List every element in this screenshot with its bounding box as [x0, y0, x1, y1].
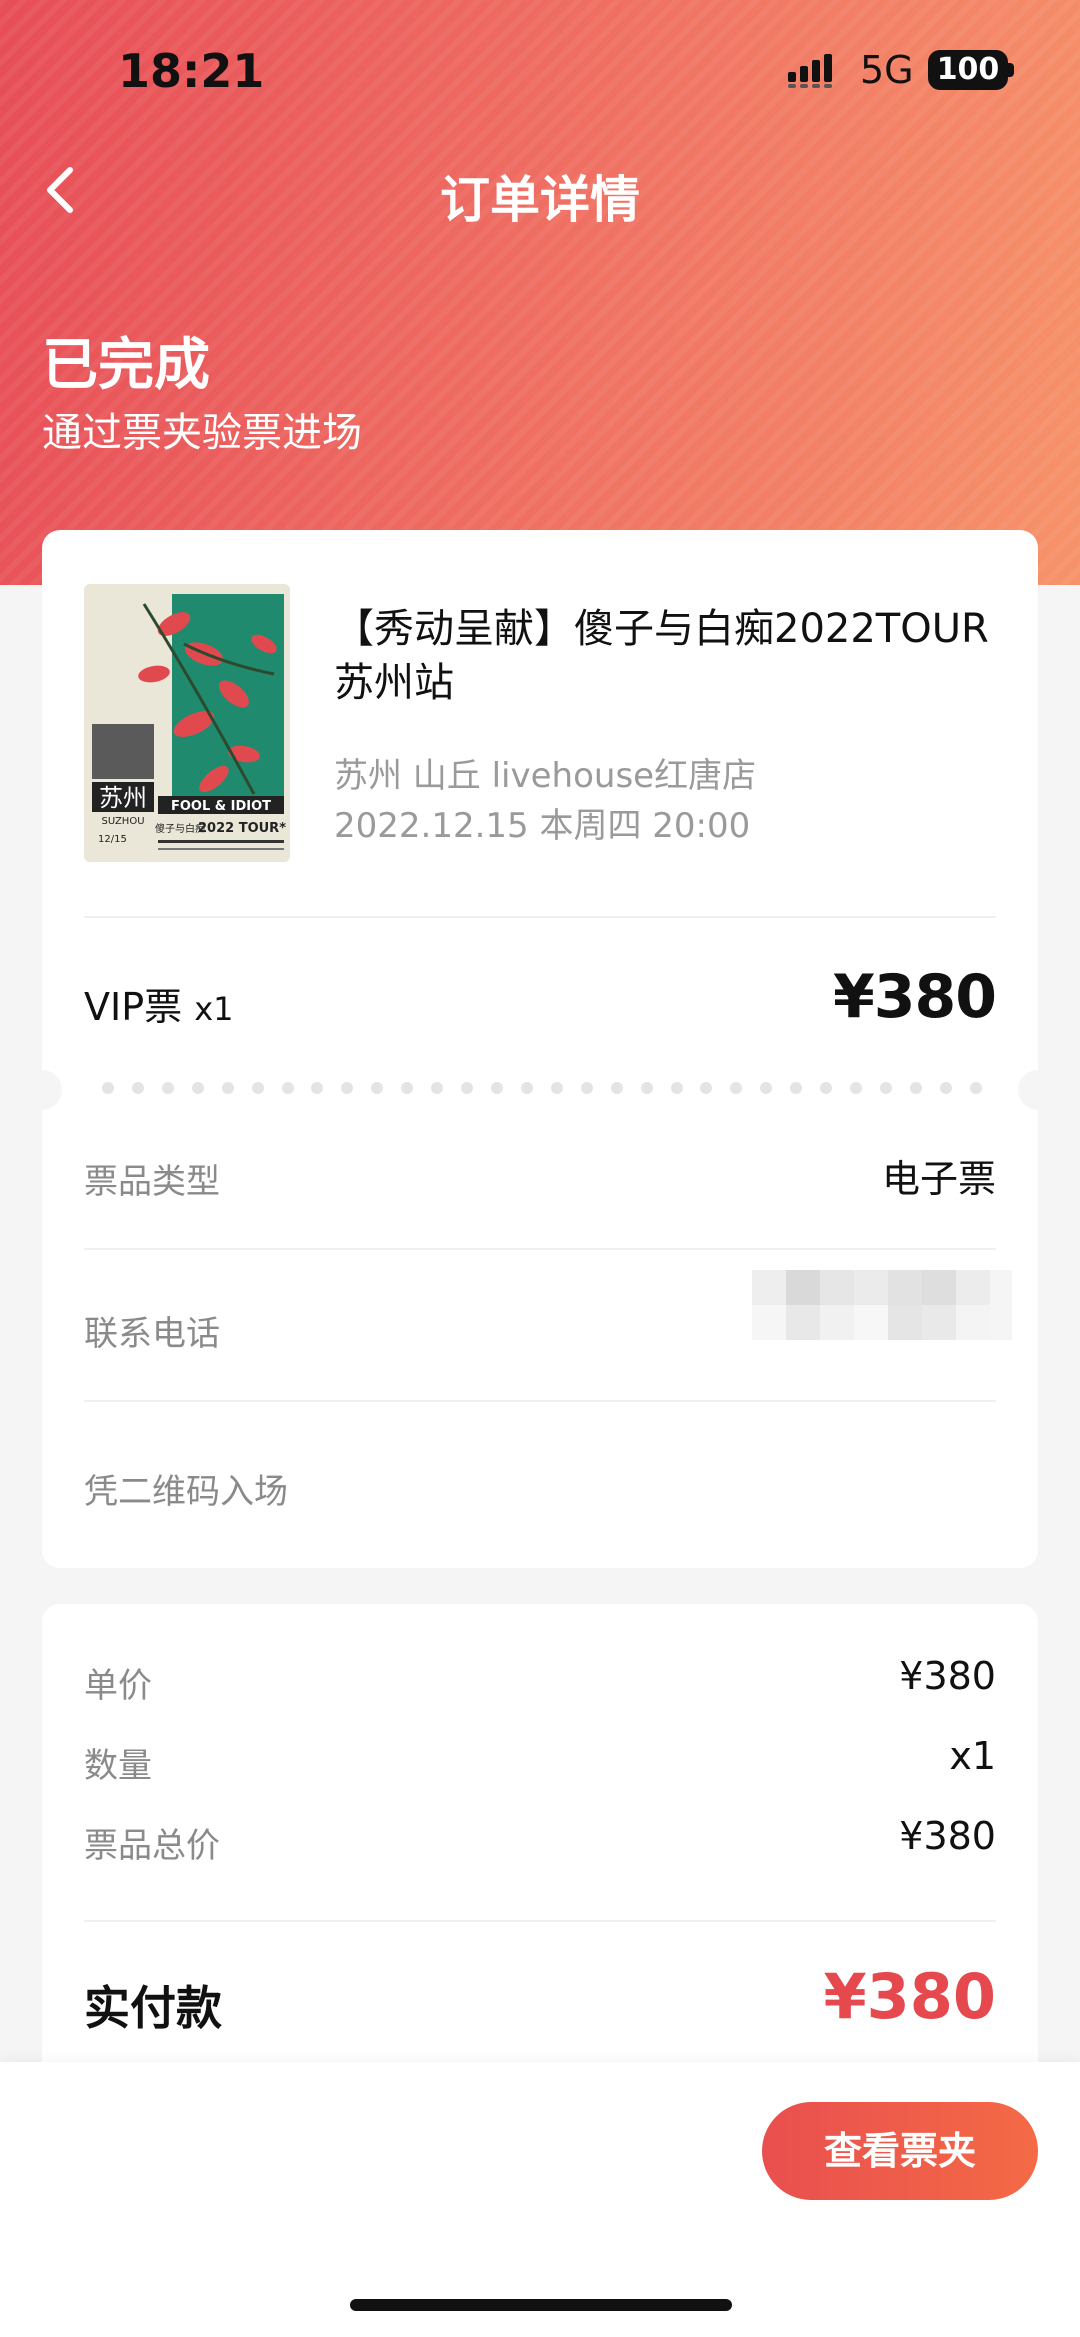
- network-type: 5G: [860, 48, 914, 92]
- order-card: 苏州 SUZHOU 12/15 FOOL & IDIOT 傻子与白痴 2022 …: [22, 530, 1058, 1568]
- divider: [84, 1920, 996, 1922]
- poster-tour: 2022 TOUR*: [198, 821, 286, 836]
- ticket-type-label: 票品类型: [84, 1162, 220, 1202]
- event-datetime: 2022.12.15 本周四 20:00: [334, 806, 751, 846]
- view-ticket-wallet-button[interactable]: 查看票夹: [762, 2102, 1038, 2200]
- divider: [84, 916, 996, 918]
- poster-artwork: 苏州 SUZHOU 12/15 FOOL & IDIOT 傻子与白痴 2022 …: [84, 584, 290, 862]
- bottom-action-bar: 查看票夹: [0, 2062, 1080, 2337]
- paid-amount-label: 实付款: [84, 1981, 222, 2035]
- order-status-title: 已完成: [42, 333, 210, 398]
- battery-tip: [1008, 63, 1014, 77]
- event-venue: 苏州 山丘 livehouse红唐店: [334, 756, 757, 796]
- ticket-notch-left: [22, 1070, 62, 1110]
- event-poster[interactable]: 苏州 SUZHOU 12/15 FOOL & IDIOT 傻子与白痴 2022 …: [84, 584, 290, 862]
- unit-price-value: ¥380: [899, 1654, 996, 1698]
- phone-label: 联系电话: [84, 1314, 220, 1354]
- ticket-qty: x1: [194, 990, 234, 1028]
- poster-city-en: SUZHOU: [101, 816, 144, 827]
- status-time: 18:21: [118, 44, 265, 98]
- ticket-price: ¥380: [833, 962, 997, 1032]
- paid-amount-value: ¥380: [823, 1960, 996, 2033]
- order-status-subtitle: 通过票夹验票进场: [42, 410, 362, 456]
- total-price-label: 票品总价: [84, 1826, 220, 1866]
- poster-city: 苏州: [99, 784, 147, 812]
- poster-band: FOOL & IDIOT: [171, 799, 271, 814]
- divider: [84, 1400, 996, 1402]
- poster-date: 12/15: [98, 834, 127, 845]
- phone-value-redacted: [752, 1270, 1012, 1340]
- quantity-label: 数量: [84, 1746, 152, 1786]
- home-indicator[interactable]: [350, 2299, 732, 2311]
- divider: [84, 1248, 996, 1250]
- entry-method-label: 凭二维码入场: [84, 1472, 288, 1512]
- battery-icon: 100: [928, 50, 1008, 90]
- price-summary-card: 单价 ¥380 数量 x1 票品总价 ¥380 实付款 ¥380: [42, 1604, 1038, 2124]
- ticket-type: VIP票 x1: [84, 976, 234, 1031]
- unit-price-label: 单价: [84, 1666, 152, 1706]
- nav-bar: 订单详情: [0, 140, 1080, 240]
- quantity-value: x1: [949, 1734, 996, 1778]
- signal-icon: [788, 54, 832, 88]
- page-title: 订单详情: [440, 171, 640, 229]
- ticket-type-value: 电子票: [881, 1157, 996, 1201]
- event-title[interactable]: 【秀动呈献】傻子与白痴2022TOUR 苏州站: [334, 602, 994, 710]
- ticket-name: VIP票: [84, 985, 183, 1029]
- perforation-divider: [102, 1082, 982, 1096]
- ticket-notch-right: [1018, 1070, 1058, 1110]
- status-bar: 18:21 5G 100: [0, 0, 1080, 130]
- total-price-value: ¥380: [899, 1814, 996, 1858]
